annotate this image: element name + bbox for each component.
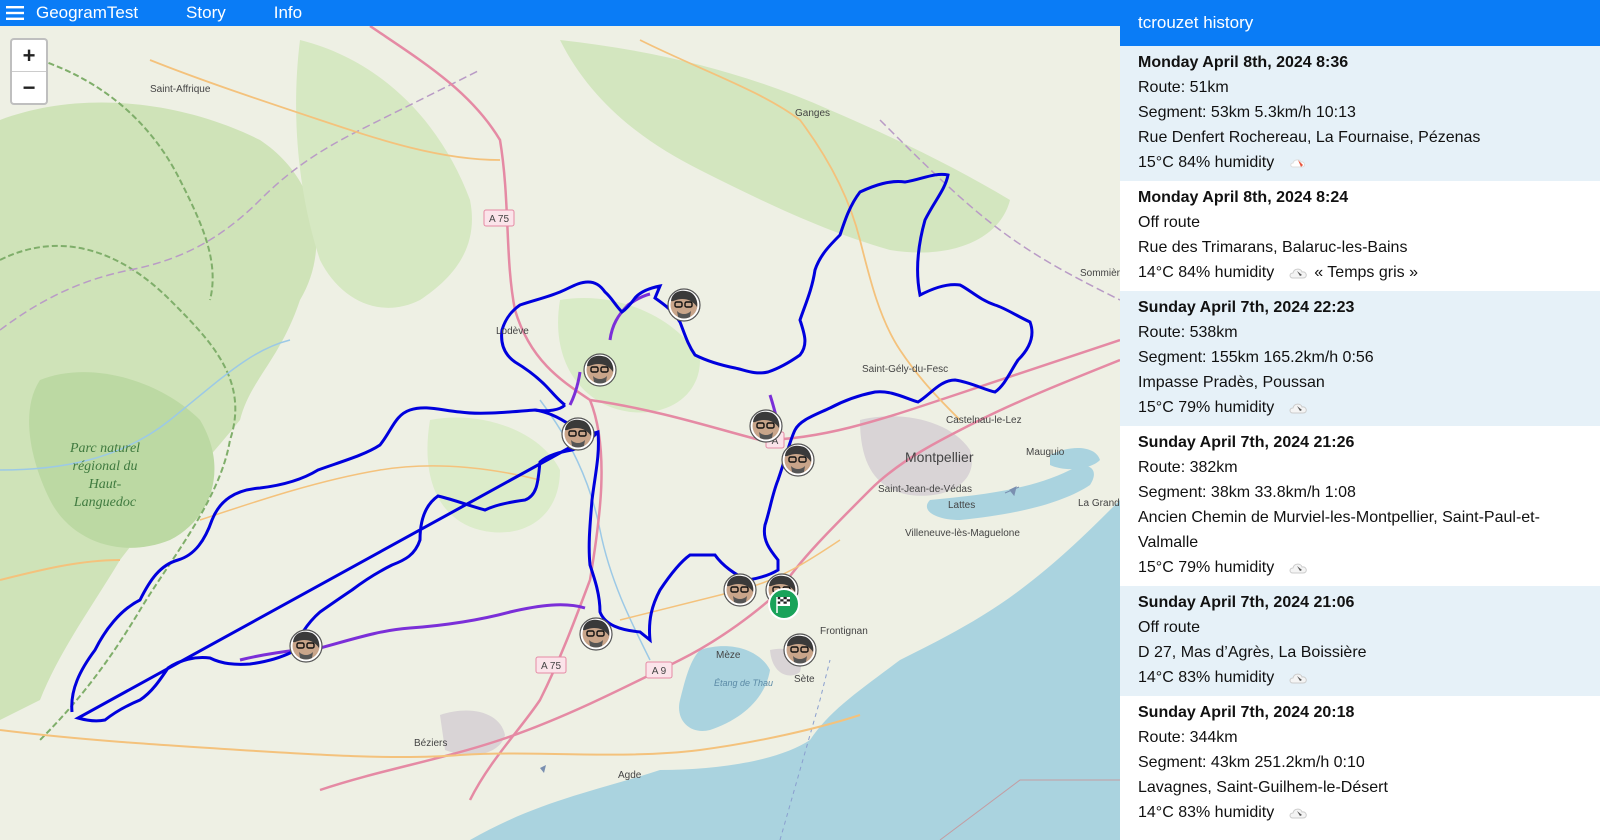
entry-route: Route: 538km <box>1138 324 1238 341</box>
entry-address: Rue des Trimarans, Balaruc-les-Bains <box>1138 239 1408 256</box>
svg-text:A 75: A 75 <box>489 214 509 225</box>
entry-weather: 14°C 83% humidity <box>1138 800 1582 825</box>
cloud-icon <box>1289 403 1307 413</box>
history-entry[interactable]: Monday April 8th, 2024 8:36 Route: 51km … <box>1120 46 1600 181</box>
history-panel-title: tcrouzet history <box>1120 0 1600 46</box>
map-view[interactable]: A 75 A 75 A 9 A Saint-Affrique Ganges Lo… <box>0 26 1120 840</box>
place-label-sommieres: Sommières <box>1080 268 1120 279</box>
svg-text:A 9: A 9 <box>652 666 667 677</box>
place-label-la-grande-motte: La Grande-Motte <box>1078 498 1120 509</box>
svg-text:A 75: A 75 <box>541 661 561 672</box>
history-panel: tcrouzet history Monday April 8th, 2024 … <box>1120 0 1600 840</box>
place-label-meze: Mèze <box>716 650 741 661</box>
top-navbar: GeogramTest Story Info <box>0 0 1120 26</box>
place-label-frontignan: Frontignan <box>820 626 868 637</box>
entry-route: Route: 344km <box>1138 729 1238 746</box>
entry-address: Impasse Pradès, Poussan <box>1138 374 1325 391</box>
entry-segment: Segment: 38km 33.8km/h 1:08 <box>1138 484 1356 501</box>
history-entry[interactable]: Sunday April 7th, 2024 21:06 Off route D… <box>1120 586 1600 696</box>
entry-datetime: Sunday April 7th, 2024 21:26 <box>1138 434 1355 451</box>
place-label-saint-jean-de-vedas: Saint-Jean-de-Védas <box>878 484 972 495</box>
rain-icon <box>1290 158 1306 167</box>
entry-datetime: Monday April 8th, 2024 8:36 <box>1138 54 1349 71</box>
place-label-sete: Sète <box>794 674 815 685</box>
entry-address: Rue Denfert Rochereau, La Fournaise, Péz… <box>1138 129 1481 146</box>
cloud-icon <box>1289 563 1307 573</box>
history-entry[interactable]: Sunday April 7th, 2024 20:18 Route: 344k… <box>1120 696 1600 831</box>
road-shield-a75-south: A 75 <box>535 656 567 674</box>
entry-segment: Segment: 155km 165.2km/h 0:56 <box>1138 349 1374 366</box>
place-label-montpellier: Montpellier <box>905 449 974 465</box>
hamburger-menu-icon[interactable] <box>2 0 28 26</box>
place-label-lattes: Lattes <box>948 500 975 511</box>
road-shield-a: A <box>765 431 785 449</box>
entry-note: « Temps gris » <box>1314 264 1418 281</box>
entry-datetime: Monday April 8th, 2024 8:24 <box>1138 189 1349 206</box>
nav-link-info[interactable]: Info <box>274 3 302 23</box>
place-label-agde: Agde <box>618 770 642 781</box>
zoom-out-button[interactable]: − <box>12 72 46 103</box>
place-label-etang-de-thau: Étang de Thau <box>714 678 773 688</box>
entry-weather: 15°C 79% humidity <box>1138 395 1582 420</box>
entry-route: Off route <box>1138 619 1200 636</box>
zoom-in-button[interactable]: + <box>12 40 46 72</box>
place-label-mauguio: Mauguio <box>1026 447 1065 458</box>
cloud-icon <box>1289 673 1307 683</box>
entry-weather: 14°C 84% humidity « Temps gris » <box>1138 260 1582 285</box>
park-label: Parc naturel régional du Haut-Languedoc <box>70 441 140 510</box>
svg-text:A: A <box>772 436 779 447</box>
history-entry[interactable]: Sunday April 7th, 2024 21:26 Route: 382k… <box>1120 426 1600 586</box>
nav-link-story[interactable]: Story <box>186 3 226 23</box>
cloud-icon <box>1289 808 1307 818</box>
road-shield-a75-north: A 75 <box>483 209 515 227</box>
entry-address: D 27, Mas d’Agrès, La Boissière <box>1138 644 1367 661</box>
entry-datetime: Sunday April 7th, 2024 22:23 <box>1138 299 1355 316</box>
entry-datetime: Sunday April 7th, 2024 21:06 <box>1138 594 1355 611</box>
road-shield-a9: A 9 <box>645 661 673 679</box>
history-entry[interactable]: Sunday April 7th, 2024 22:23 Route: 538k… <box>1120 291 1600 426</box>
place-label-lodeve: Lodève <box>496 326 529 337</box>
entry-segment: Segment: 53km 5.3km/h 10:13 <box>1138 104 1356 121</box>
entry-address: Ancien Chemin de Murviel-les-Montpellier… <box>1138 509 1540 551</box>
brand-link[interactable]: GeogramTest <box>36 3 138 23</box>
entry-weather: 14°C 83% humidity <box>1138 665 1582 690</box>
cloud-icon <box>1289 268 1307 278</box>
place-label-ganges: Ganges <box>795 108 830 119</box>
place-label-beziers: Béziers <box>414 738 447 749</box>
entry-weather: 15°C 84% humidity <box>1138 150 1582 175</box>
place-label-villeneuve: Villeneuve-lès-Maguelone <box>905 528 1020 539</box>
place-label-saint-gely: Saint-Gély-du-Fesc <box>862 364 948 375</box>
entry-route: Route: 51km <box>1138 79 1229 96</box>
entry-route: Off route <box>1138 214 1200 231</box>
map-canvas: A 75 A 75 A 9 A Saint-Affrique Ganges Lo… <box>0 26 1120 840</box>
entry-route: Route: 382km <box>1138 459 1238 476</box>
entry-segment: Segment: 43km 251.2km/h 0:10 <box>1138 754 1365 771</box>
entry-datetime: Sunday April 7th, 2024 20:18 <box>1138 704 1355 721</box>
zoom-control: + − <box>10 38 48 105</box>
place-label-saint-affrique: Saint-Affrique <box>150 84 211 95</box>
place-label-castelnau: Castelnau-le-Lez <box>946 415 1022 426</box>
entry-weather: 15°C 79% humidity <box>1138 555 1582 580</box>
history-entry[interactable]: Monday April 8th, 2024 8:24 Off route Ru… <box>1120 181 1600 291</box>
entry-address: Lavagnes, Saint-Guilhem-le-Désert <box>1138 779 1388 796</box>
